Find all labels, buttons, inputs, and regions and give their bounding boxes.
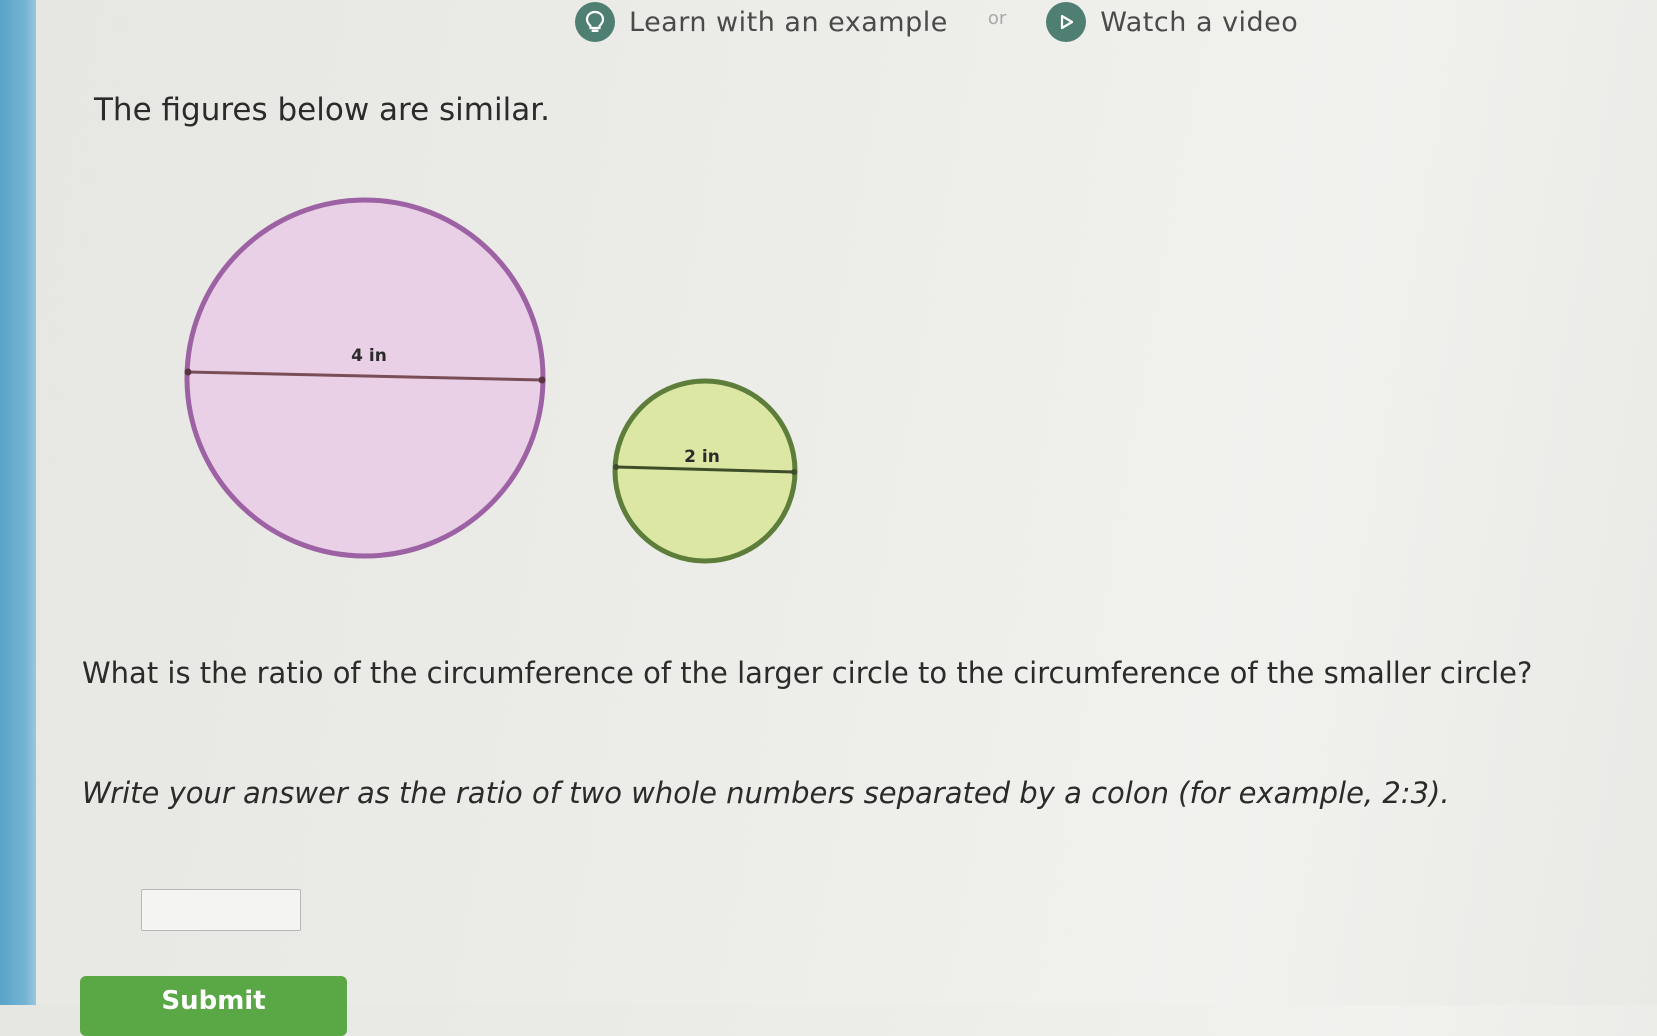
large-circle-diameter-label: 4 in xyxy=(351,346,387,366)
problem-intro: The figures below are similar. xyxy=(94,92,550,128)
small-circle-diameter-label: 2 in xyxy=(684,447,720,467)
or-separator: or xyxy=(987,7,1007,29)
lightbulb-icon xyxy=(575,2,615,42)
large-circle: 4 in xyxy=(184,197,546,559)
answer-instructions: Write your answer as the ratio of two wh… xyxy=(82,776,1450,810)
small-diameter-endpoint-right xyxy=(791,469,797,475)
submit-button[interactable]: Submit xyxy=(80,976,347,1036)
left-accent-stripe xyxy=(0,0,36,1005)
small-circle: 2 in xyxy=(612,378,798,564)
learn-with-example-link[interactable]: Learn with an example xyxy=(575,2,948,42)
watch-video-link[interactable]: Watch a video xyxy=(1046,2,1298,42)
answer-input[interactable] xyxy=(141,889,301,931)
play-icon xyxy=(1046,2,1087,42)
problem-question: What is the ratio of the circumference o… xyxy=(82,656,1533,690)
similar-circles-figure: 4 in 2 in xyxy=(184,197,798,564)
watch-video-label: Watch a video xyxy=(1100,6,1299,38)
large-diameter-endpoint-right xyxy=(538,376,546,384)
small-diameter-endpoint-left xyxy=(613,464,619,470)
help-bar: Learn with an example or Watch a video xyxy=(575,0,1298,44)
learn-with-example-label: Learn with an example xyxy=(629,6,948,38)
large-diameter-endpoint-left xyxy=(184,368,192,376)
